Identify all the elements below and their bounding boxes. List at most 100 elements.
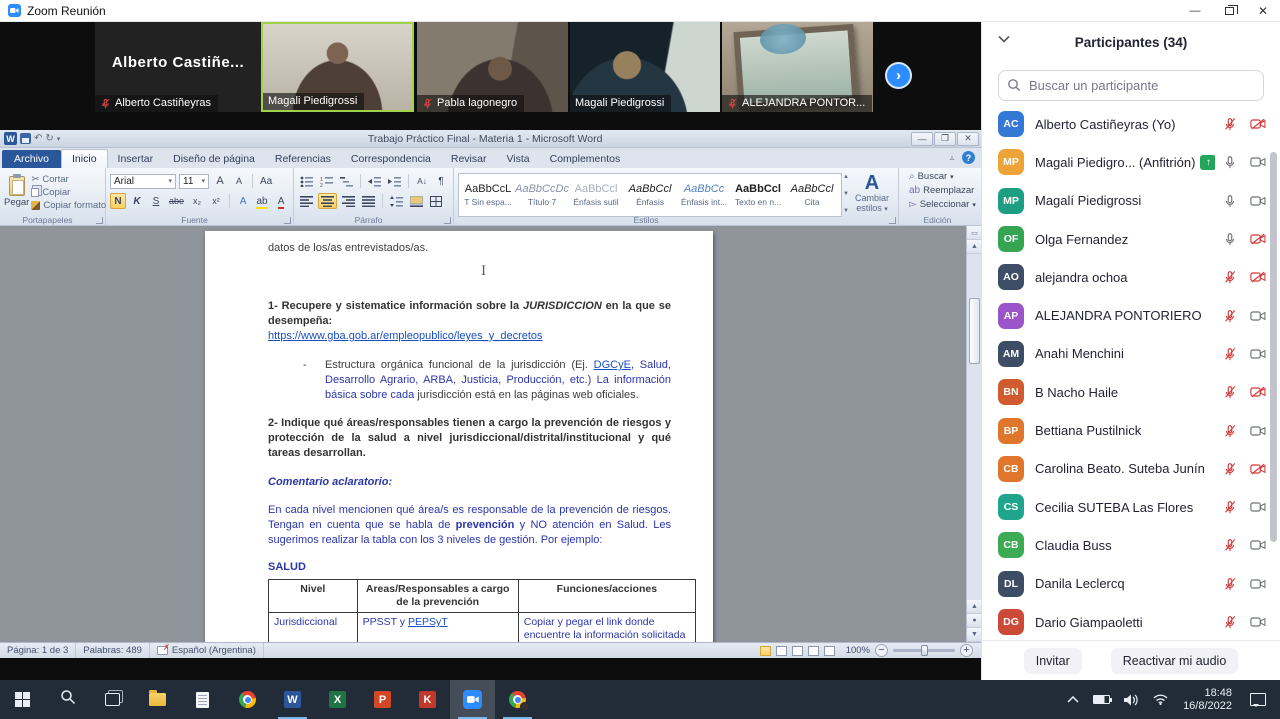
change-styles-button[interactable]: A Cambiar estilos ▾ xyxy=(850,171,894,217)
participant-row[interactable]: BNB Nacho Haile xyxy=(982,373,1280,411)
help-icon[interactable]: ? xyxy=(962,151,975,164)
italic-button[interactable]: K xyxy=(129,193,145,209)
panel-collapse-icon[interactable] xyxy=(998,35,1010,43)
zoom-in-icon[interactable]: + xyxy=(960,644,973,657)
participant-row[interactable]: CBCarolina Beato. Suteba Junín xyxy=(982,450,1280,488)
zoom-out-icon[interactable]: − xyxy=(875,644,888,657)
taskbar-k-app-icon[interactable]: K xyxy=(405,680,450,719)
taskbar-chrome-profile-icon[interactable] xyxy=(495,680,540,719)
participant-row[interactable]: MPMagali Piedigro... (Anfitrión)↑ xyxy=(982,143,1280,181)
doc-link[interactable]: https://www.gba.gob.ar/empleopublico/ley… xyxy=(268,329,671,344)
multilevel-list-icon[interactable] xyxy=(338,173,355,189)
participant-row[interactable]: DGDario Giampaoletti xyxy=(982,603,1280,641)
tray-chevron-icon[interactable] xyxy=(1060,680,1086,719)
ribbon-tab-dise-o-de-p-gina[interactable]: Diseño de página xyxy=(163,150,265,168)
redo-icon[interactable]: ↻ xyxy=(45,133,53,144)
font-color-button[interactable]: A xyxy=(273,193,289,209)
video-tile-4[interactable]: Magali Piedigrossi xyxy=(570,22,720,112)
style-item-1[interactable]: AaBbCcLT Sin espa... xyxy=(462,176,514,214)
align-left-icon[interactable] xyxy=(298,193,315,209)
bold-button[interactable]: N xyxy=(110,193,126,209)
paste-button[interactable]: Pegar xyxy=(4,171,29,213)
find-button[interactable]: ⌕Buscar ▾ xyxy=(909,171,976,182)
line-spacing-icon[interactable] xyxy=(388,193,405,209)
cut-button[interactable]: ✂Cortar xyxy=(31,174,106,185)
doc-inline-link[interactable]: DGCyE xyxy=(594,359,631,371)
ribbon-tab-referencias[interactable]: Referencias xyxy=(265,150,341,168)
close-button[interactable]: ✕ xyxy=(1246,0,1280,21)
shrink-font-button[interactable]: A xyxy=(231,173,247,189)
taskbar-chrome-icon[interactable] xyxy=(225,680,270,719)
clipboard-dialog-launcher[interactable] xyxy=(96,217,103,224)
participant-row[interactable]: CBClaudia Buss xyxy=(982,526,1280,564)
scroll-up-icon[interactable]: ▲ xyxy=(967,240,981,254)
ribbon-tab-complementos[interactable]: Complementos xyxy=(540,150,631,168)
numbering-icon[interactable]: 12 xyxy=(318,173,335,189)
participant-row[interactable]: AOalejandra ochoa xyxy=(982,258,1280,296)
ribbon-tab-inicio[interactable]: Inicio xyxy=(61,149,108,168)
invite-button[interactable]: Invitar xyxy=(1024,648,1082,674)
web-view-icon[interactable] xyxy=(792,646,803,656)
grow-font-button[interactable]: A xyxy=(212,173,228,189)
battery-icon[interactable] xyxy=(1086,680,1117,719)
previous-page-icon[interactable]: ▲ xyxy=(967,600,981,614)
print-layout-view-icon[interactable] xyxy=(760,646,771,656)
taskbar-start-icon[interactable] xyxy=(0,680,45,719)
select-button[interactable]: ▻Seleccionar ▾ xyxy=(909,199,976,210)
ribbon-tab-vista[interactable]: Vista xyxy=(496,150,539,168)
taskbar-clock[interactable]: 18:48 16/8/2022 xyxy=(1175,687,1240,713)
video-tile-1[interactable]: Alberto Castiñe...Alberto Castiñeyras xyxy=(95,22,261,112)
zoom-slider-thumb[interactable] xyxy=(921,645,928,656)
change-case-button[interactable]: Aa xyxy=(258,173,274,189)
ribbon-tab-correspondencia[interactable]: Correspondencia xyxy=(341,150,441,168)
style-item-5[interactable]: AaBbCcÉnfasis int... xyxy=(678,176,730,214)
align-right-icon[interactable] xyxy=(340,193,357,209)
highlight-button[interactable]: ab xyxy=(254,193,270,209)
undo-icon[interactable]: ↶ xyxy=(34,133,42,144)
maximize-button[interactable] xyxy=(1212,0,1246,21)
copy-button[interactable]: Copiar xyxy=(31,187,106,198)
ruler-toggle-icon[interactable]: ▭ xyxy=(967,226,981,240)
page-indicator[interactable]: Página: 1 de 3 xyxy=(0,643,76,658)
paragraph-dialog-launcher[interactable] xyxy=(444,217,451,224)
participant-row[interactable]: AMAnahi Menchini xyxy=(982,335,1280,373)
style-item-4[interactable]: AaBbCclÉnfasis xyxy=(624,176,676,214)
video-tile-2[interactable]: Magali Piedigrossi xyxy=(261,22,414,112)
participant-row[interactable]: OFOlga Fernandez xyxy=(982,220,1280,258)
increase-indent-icon[interactable] xyxy=(386,173,403,189)
zoom-slider[interactable] xyxy=(893,649,955,652)
style-item-3[interactable]: AaBbCclÉnfasis sutil xyxy=(570,176,622,214)
align-center-icon[interactable] xyxy=(318,193,337,209)
browse-object-icon[interactable]: ● xyxy=(967,614,981,628)
styles-dialog-launcher[interactable] xyxy=(889,217,896,224)
decrease-indent-icon[interactable] xyxy=(366,173,383,189)
document-canvas[interactable]: datos de los/as entrevistados/as. 1- Rec… xyxy=(0,226,981,642)
minimize-ribbon-icon[interactable]: ▵ xyxy=(950,153,954,162)
video-tile-3[interactable]: Pabla lagonegro xyxy=(417,22,568,112)
video-tile-5[interactable]: ALEJANDRA PONTOR... xyxy=(722,22,873,112)
superscript-button[interactable]: x² xyxy=(208,193,224,209)
ribbon-tab-insertar[interactable]: Insertar xyxy=(108,150,164,168)
outline-view-icon[interactable] xyxy=(808,646,819,656)
show-paragraph-marks-button[interactable]: ¶ xyxy=(433,173,449,189)
style-item-6[interactable]: AaBbCclTexto en n... xyxy=(732,176,784,214)
taskbar-search-icon[interactable] xyxy=(45,680,90,719)
replace-button[interactable]: abReemplazar xyxy=(909,185,976,196)
shading-icon[interactable] xyxy=(408,193,425,209)
underline-button[interactable]: S xyxy=(148,193,164,209)
style-item-2[interactable]: AaBbCcDcTítulo 7 xyxy=(516,176,568,214)
taskbar-powerpoint-icon[interactable]: P xyxy=(360,680,405,719)
font-family-combo[interactable]: Arial▾ xyxy=(110,174,176,189)
sort-button[interactable]: A↓ xyxy=(414,173,430,189)
bullets-icon[interactable] xyxy=(298,173,315,189)
taskbar-file-explorer-icon[interactable] xyxy=(135,680,180,719)
scrollbar-thumb[interactable] xyxy=(969,298,980,364)
document-page[interactable]: datos de los/as entrevistados/as. 1- Rec… xyxy=(205,231,713,642)
style-item-7[interactable]: AaBbCclCita xyxy=(786,176,838,214)
search-input[interactable] xyxy=(998,70,1264,101)
taskbar-zoom-icon[interactable] xyxy=(450,680,495,719)
table-cell-link[interactable]: PEPSyT xyxy=(408,616,448,628)
font-size-combo[interactable]: 11▾ xyxy=(179,174,209,189)
word-vertical-scrollbar[interactable]: ▭ ▲ ▲ ● ▼ xyxy=(966,226,981,642)
participant-row[interactable]: ACAlberto Castiñeyras (Yo) xyxy=(982,105,1280,143)
